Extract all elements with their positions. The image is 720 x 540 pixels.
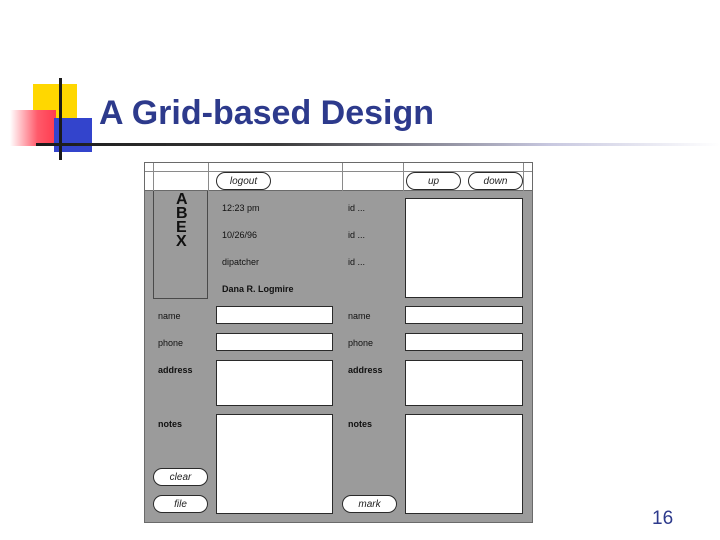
logout-button[interactable]: logout xyxy=(216,172,271,190)
left-address-input[interactable] xyxy=(216,360,333,406)
decor-vertical-line xyxy=(59,78,62,160)
up-button[interactable]: up xyxy=(406,172,461,190)
right-notes-label: notes xyxy=(348,419,373,429)
abex-logo: A B E X xyxy=(176,191,188,250)
slide-title: A Grid-based Design xyxy=(99,94,435,132)
right-address-input[interactable] xyxy=(405,360,523,406)
right-address-label: address xyxy=(348,365,383,375)
grid-design-mockup: logout up down A B E X 12:23 pm 10/26/96… xyxy=(144,162,533,523)
decor-horizontal-rule xyxy=(36,143,720,146)
file-button[interactable]: file xyxy=(153,495,208,513)
left-phone-input[interactable] xyxy=(216,333,333,351)
id-label-1: id ... xyxy=(348,203,366,213)
left-address-label: address xyxy=(158,365,193,375)
down-button[interactable]: down xyxy=(468,172,523,190)
role-label: dipatcher xyxy=(222,257,260,267)
left-notes-label: notes xyxy=(158,419,183,429)
record-list-box[interactable] xyxy=(405,198,523,298)
right-name-label: name xyxy=(348,311,371,321)
id-label-2: id ... xyxy=(348,230,366,240)
grid-line xyxy=(153,163,154,191)
date-label: 10/26/96 xyxy=(222,230,258,240)
user-name-label: Dana R. Logmire xyxy=(222,284,294,294)
id-label-3: id ... xyxy=(348,257,366,267)
right-phone-label: phone xyxy=(348,338,374,348)
grid-line xyxy=(403,163,404,191)
time-label: 12:23 pm xyxy=(222,203,260,213)
decor-red-square xyxy=(10,110,56,146)
left-notes-input[interactable] xyxy=(216,414,333,514)
right-notes-input[interactable] xyxy=(405,414,523,514)
slide-number: 16 xyxy=(652,508,674,529)
abex-logo-panel: A B E X xyxy=(153,191,208,299)
grid-line xyxy=(208,163,209,191)
right-phone-input[interactable] xyxy=(405,333,523,351)
grid-line xyxy=(523,163,524,191)
left-phone-label: phone xyxy=(158,338,184,348)
mark-button[interactable]: mark xyxy=(342,495,397,513)
grid-line xyxy=(342,163,343,191)
left-name-label: name xyxy=(158,311,181,321)
right-name-input[interactable] xyxy=(405,306,523,324)
clear-button[interactable]: clear xyxy=(153,468,208,486)
left-name-input[interactable] xyxy=(216,306,333,324)
